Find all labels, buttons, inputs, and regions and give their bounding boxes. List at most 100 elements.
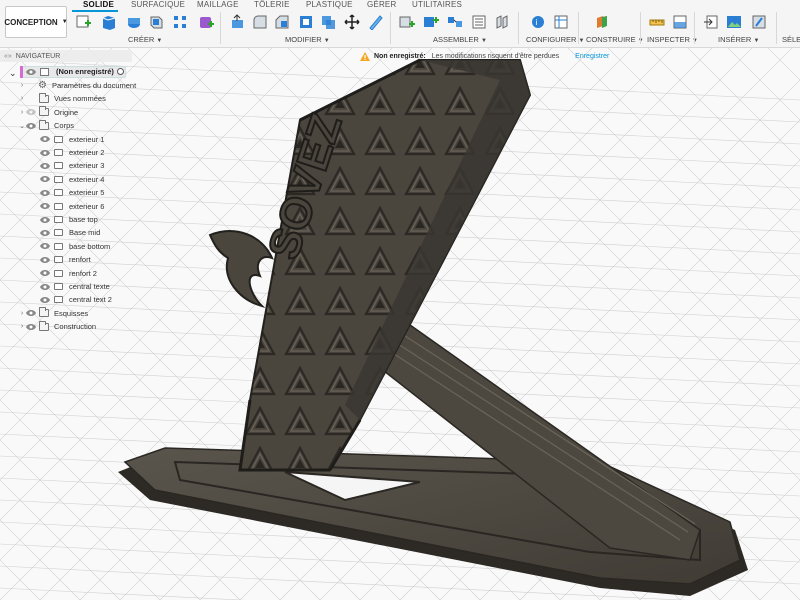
tree-item-bodies[interactable]: ⌄ Corps	[18, 119, 74, 132]
eye-icon[interactable]	[40, 283, 50, 291]
group-label-inspecter[interactable]: INSPECTER ▼	[647, 35, 698, 44]
insert-mesh-icon[interactable]	[751, 14, 767, 30]
parameters-icon[interactable]: i	[530, 14, 546, 30]
eye-icon[interactable]	[40, 216, 50, 224]
bill-of-materials-icon[interactable]	[471, 14, 487, 30]
eye-icon[interactable]	[40, 229, 50, 237]
tree-item-label: Construction	[54, 322, 97, 332]
group-label-configurer[interactable]: CONFIGURER ▼	[526, 35, 584, 44]
tab-surfacique[interactable]: SURFACIQUE	[131, 0, 185, 11]
new-component-icon[interactable]	[399, 14, 415, 30]
eye-icon[interactable]	[26, 309, 36, 317]
tab-plastique[interactable]: PLASTIQUE	[306, 0, 353, 11]
tree-item-body[interactable]: central texte	[40, 280, 110, 293]
eye-icon[interactable]	[26, 68, 36, 78]
tree-item-body[interactable]: central text 2	[40, 293, 112, 306]
group-separator	[518, 12, 519, 44]
chamfer-icon[interactable]	[274, 14, 290, 30]
eye-icon[interactable]	[40, 149, 50, 157]
tree-item-label: exterieur 3	[69, 161, 105, 171]
motion-link-icon[interactable]	[494, 14, 510, 30]
tree-item-named-views[interactable]: › Vues nommées	[18, 92, 106, 105]
tree-item-body[interactable]: exterieur 1	[40, 133, 104, 146]
group-label-selection[interactable]: SÉLEC	[782, 35, 800, 44]
tree-item-sketches[interactable]: › Esquisses	[18, 307, 88, 320]
tree-item-body[interactable]: exterieur 4	[40, 173, 104, 186]
new-sketch-icon[interactable]	[76, 14, 92, 30]
press-pull-icon[interactable]	[230, 14, 246, 30]
tab-utilitaires[interactable]: UTILITAIRES	[412, 0, 462, 11]
chevron-down-icon[interactable]: ⌄	[9, 68, 17, 79]
align-icon[interactable]	[368, 14, 384, 30]
tree-item-body[interactable]: renfort 2	[40, 267, 97, 280]
tree-item-body[interactable]: base top	[40, 213, 98, 226]
joint-icon[interactable]	[423, 14, 439, 30]
chevron-down-icon[interactable]: ⌄	[18, 122, 26, 130]
chevron-right-icon[interactable]: ›	[18, 95, 26, 102]
create-form-icon[interactable]	[198, 14, 214, 30]
eye-icon[interactable]	[40, 175, 50, 183]
group-label-modifier[interactable]: MODIFIER ▼	[285, 35, 330, 44]
eye-icon[interactable]	[26, 82, 36, 90]
group-separator	[694, 12, 695, 44]
tab-maillage[interactable]: MAILLAGE	[197, 0, 239, 11]
eye-icon[interactable]	[26, 323, 36, 331]
eye-icon[interactable]	[26, 95, 36, 103]
eye-icon[interactable]	[26, 122, 36, 130]
chevron-right-icon[interactable]: ›	[18, 109, 26, 116]
extrude-icon[interactable]	[101, 14, 117, 30]
tree-item-document-settings[interactable]: › ⚙ Paramètres du document	[18, 79, 136, 92]
configuration-table-icon[interactable]	[553, 14, 569, 30]
tree-item-body[interactable]: exterieur 6	[40, 200, 104, 213]
tree-item-body[interactable]: renfort	[40, 253, 91, 266]
save-link[interactable]: Enregistrer	[575, 53, 609, 60]
revolve-icon[interactable]	[126, 14, 142, 30]
tree-item-body[interactable]: Base mid	[40, 226, 100, 239]
group-label-assembler[interactable]: ASSEMBLER ▼	[433, 35, 487, 44]
group-label-inserer[interactable]: INSÉRER ▼	[718, 35, 759, 44]
eye-icon[interactable]	[40, 269, 50, 277]
offset-plane-icon[interactable]	[594, 14, 610, 30]
eye-icon[interactable]	[40, 162, 50, 170]
tree-item-origin[interactable]: › Origine	[18, 106, 78, 119]
tree-item-construction[interactable]: › Construction	[18, 320, 96, 333]
tree-item-label: central text 2	[69, 295, 112, 305]
tab-tolerie[interactable]: TÔLERIE	[254, 0, 290, 11]
workspace-switcher[interactable]: CONCEPTION ▼	[4, 6, 68, 38]
tree-item-body[interactable]: exterieur 5	[40, 186, 104, 199]
navigator-header[interactable]: «» NAVIGATEUR	[0, 50, 132, 62]
eye-hidden-icon[interactable]	[26, 108, 36, 116]
move-copy-icon[interactable]	[344, 14, 360, 30]
measure-icon[interactable]	[649, 14, 665, 30]
eye-icon[interactable]	[40, 135, 50, 143]
eye-icon[interactable]	[40, 202, 50, 210]
group-label-creer[interactable]: CRÉER ▼	[128, 35, 162, 44]
activate-radio-icon[interactable]	[117, 68, 124, 75]
as-built-joint-icon[interactable]	[447, 14, 463, 30]
shell-icon[interactable]	[298, 14, 314, 30]
body-icon	[54, 175, 63, 183]
eye-icon[interactable]	[40, 296, 50, 304]
expand-arrows-icon[interactable]: «»	[4, 53, 12, 60]
body-icon	[54, 135, 63, 143]
chevron-right-icon[interactable]: ›	[18, 310, 26, 317]
tab-gerer[interactable]: GÉRER	[367, 0, 396, 11]
insert-derive-icon[interactable]	[703, 14, 719, 30]
eye-icon[interactable]	[40, 256, 50, 264]
eye-icon[interactable]	[40, 189, 50, 197]
tree-item-body[interactable]: base bottom	[40, 240, 110, 253]
combine-icon[interactable]	[320, 14, 336, 30]
tree-item-body[interactable]: exterieur 3	[40, 159, 104, 172]
sweep-icon[interactable]	[148, 14, 164, 30]
tree-item-body[interactable]: exterieur 2	[40, 146, 104, 159]
tree-item-label: renfort 2	[69, 268, 97, 278]
insert-canvas-icon[interactable]	[726, 14, 742, 30]
pattern-icon[interactable]	[172, 14, 188, 30]
eye-icon[interactable]	[40, 242, 50, 250]
section-analysis-icon[interactable]	[672, 14, 688, 30]
tree-root[interactable]: ⌄ (Non enregistré)	[0, 66, 132, 79]
group-label-construire[interactable]: CONSTRUIRE ▼	[586, 35, 644, 44]
fillet-icon[interactable]	[252, 14, 268, 30]
chevron-right-icon[interactable]: ›	[18, 82, 26, 89]
chevron-right-icon[interactable]: ›	[18, 323, 26, 330]
